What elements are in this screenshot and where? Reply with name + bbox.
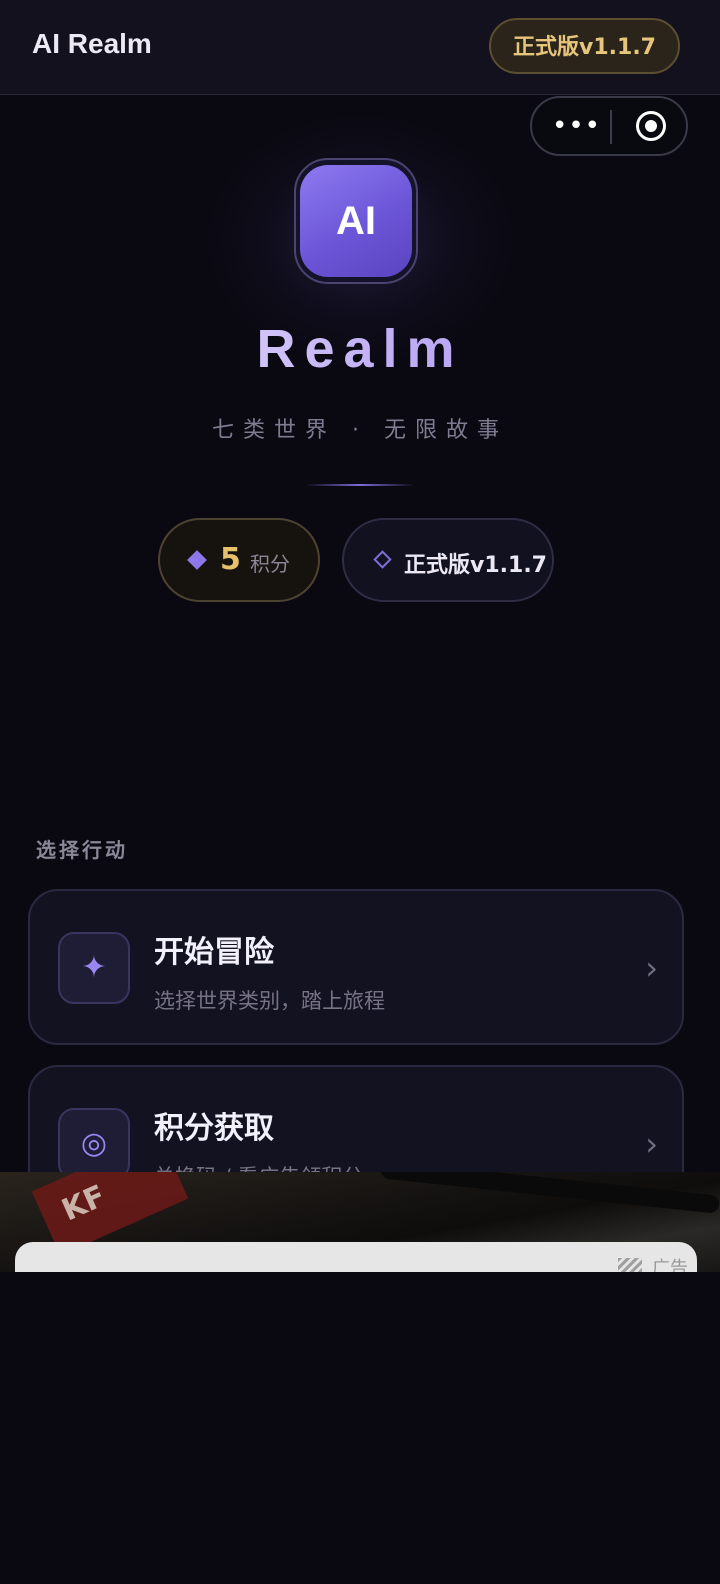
version-chip[interactable]: 正式版v1.1.7 bbox=[489, 18, 680, 74]
points-chip[interactable]: 5 积分 bbox=[158, 518, 320, 602]
capsule-divider bbox=[610, 110, 612, 144]
sparkle-icon: ✦ bbox=[58, 932, 130, 1004]
brand-title: Realm bbox=[0, 318, 720, 380]
ad-banner[interactable]: KF 广告 bbox=[0, 1172, 720, 1272]
version-label: 正式版v1.1.7 bbox=[404, 553, 547, 578]
points-unit: 积分 bbox=[250, 552, 290, 576]
mini-program-capsule: ••• bbox=[530, 96, 688, 156]
section-title: 选择行动 bbox=[36, 838, 128, 862]
version-badge: 正式版v1.1.7 bbox=[342, 518, 554, 602]
diamond-icon bbox=[187, 550, 207, 570]
target-circle-icon[interactable] bbox=[636, 111, 666, 141]
points-value: 5 bbox=[220, 542, 241, 577]
chevron-right-icon: › bbox=[645, 1125, 658, 1163]
outline-diamond-icon bbox=[373, 550, 392, 569]
blank-bottom-area bbox=[0, 1272, 720, 1584]
start-adventure-card[interactable]: ✦ 开始冒险 选择世界类别，踏上旅程 › bbox=[28, 889, 684, 1045]
card-title: 积分获取 bbox=[154, 1111, 274, 1146]
card-title: 开始冒险 bbox=[154, 935, 274, 970]
top-bar: AI Realm 正式版v1.1.7 bbox=[0, 0, 720, 95]
tagline: 七类世界 · 无限故事 bbox=[212, 418, 508, 443]
divider-line bbox=[305, 484, 415, 486]
chevron-right-icon: › bbox=[645, 949, 658, 987]
app-title: AI Realm bbox=[32, 28, 152, 59]
more-dots-icon[interactable]: ••• bbox=[552, 106, 600, 146]
ad-panel bbox=[15, 1242, 697, 1272]
ad-tag[interactable]: 广告 bbox=[652, 1254, 688, 1272]
card-description: 选择世界类别，踏上旅程 bbox=[154, 989, 385, 1013]
ad-tag-icon bbox=[618, 1258, 642, 1272]
concentric-circle-icon: ◎ bbox=[58, 1108, 130, 1180]
app-logo: AI bbox=[300, 165, 412, 277]
